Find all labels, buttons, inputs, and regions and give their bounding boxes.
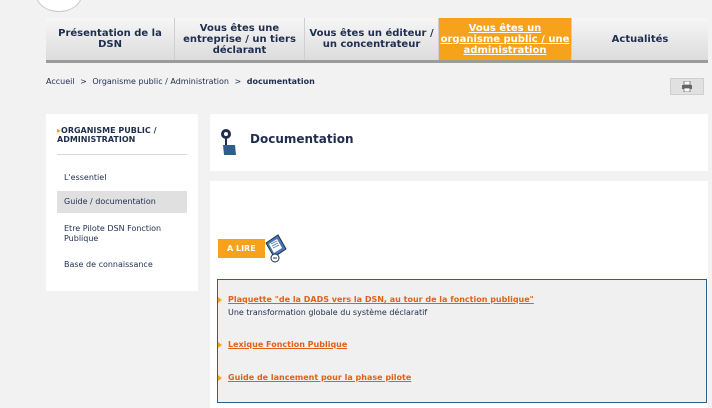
document-link-plaquette[interactable]: Plaquette "de la DADS vers la DSN, au to…: [228, 295, 534, 304]
breadcrumb-separator: >: [80, 77, 87, 86]
nav-organisme-public[interactable]: Vous êtes un organisme public / une admi…: [439, 18, 572, 60]
main-navigation: Présentation de la DSN Vous êtes une ent…: [46, 18, 708, 63]
nav-organisme-label: Vous êtes un organisme public / une admi…: [440, 22, 570, 56]
breadcrumb-current: documentation: [246, 77, 315, 86]
page-header: Documentation: [210, 114, 708, 171]
page-title: Documentation: [250, 132, 354, 146]
sidebar-item-pilote-dsn[interactable]: Etre Pilote DSN Fonction Publique: [57, 218, 187, 250]
printer-icon: [682, 81, 692, 92]
nav-entreprise-label: Vous êtes une entreprise / un tiers décl…: [183, 22, 296, 56]
bullet-icon: [218, 342, 222, 348]
breadcrumb-separator: >: [234, 77, 242, 86]
bullet-icon: [218, 375, 222, 381]
sidebar-item-base-connaissance[interactable]: Base de connaissance: [57, 254, 187, 276]
sidebar: ▸ORGANISME PUBLIC / ADMINISTRATION L'ess…: [46, 114, 198, 291]
clipboard-icon: [265, 234, 287, 263]
alire-banner: A LIRE: [218, 233, 288, 263]
documents-box: Plaquette "de la DADS vers la DSN, au to…: [217, 279, 707, 403]
sidebar-item-guide-documentation[interactable]: Guide / documentation: [57, 191, 187, 213]
alire-label: A LIRE: [218, 238, 265, 258]
breadcrumb-organisme[interactable]: Organisme public / Administration: [92, 77, 229, 86]
nav-entreprise[interactable]: Vous êtes une entreprise / un tiers décl…: [175, 18, 305, 60]
document-link-lexique[interactable]: Lexique Fonction Publique: [228, 340, 347, 349]
sidebar-title: ORGANISME PUBLIC / ADMINISTRATION: [57, 126, 157, 144]
nav-actualites[interactable]: Actualités: [572, 18, 708, 60]
document-description: Une transformation globale du système dé…: [228, 308, 428, 317]
breadcrumb-home[interactable]: Accueil: [46, 77, 75, 86]
nav-presentation-dsn[interactable]: Présentation de la DSN: [46, 18, 175, 60]
site-logo[interactable]: [36, 0, 82, 12]
bullet-icon: [218, 297, 222, 303]
nav-editeur[interactable]: Vous êtes un éditeur / un concentrateur: [305, 18, 439, 60]
pin-hand-icon: [221, 129, 236, 155]
document-link-guide-lancement[interactable]: Guide de lancement pour la phase pilote: [228, 373, 411, 382]
sidebar-item-essentiel[interactable]: L'essentiel: [57, 169, 187, 187]
nav-editeur-label: Vous êtes un éditeur / un concentrateur: [309, 28, 434, 50]
sidebar-heading: ▸ORGANISME PUBLIC / ADMINISTRATION: [57, 126, 187, 155]
main-content: A LIRE Plaquette "de la DADS vers la DSN…: [210, 181, 708, 408]
print-button[interactable]: [670, 78, 704, 95]
breadcrumb: Accueil > Organisme public / Administrat…: [46, 77, 315, 86]
